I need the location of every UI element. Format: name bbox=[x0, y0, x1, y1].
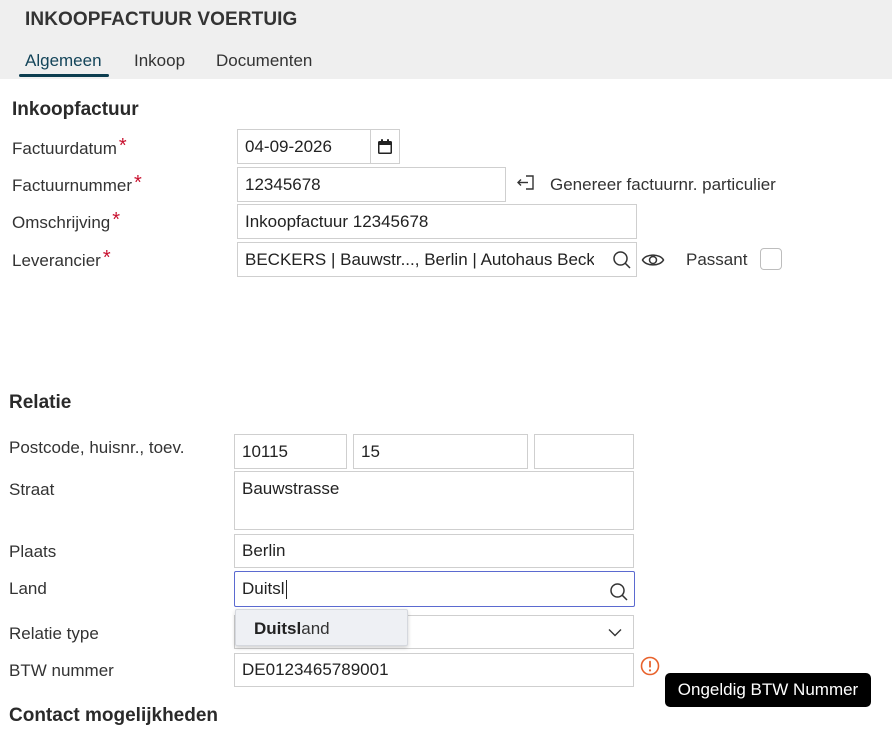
relation-type-label: Relatie type bbox=[9, 624, 99, 643]
view-supplier-eye-icon[interactable] bbox=[640, 248, 666, 272]
calendar-button[interactable] bbox=[370, 129, 400, 164]
required-marker: * bbox=[118, 135, 127, 157]
supplier-field[interactable]: BECKERS | Bauwstr..., Berlin | Autohaus … bbox=[237, 242, 637, 277]
relation-section-title: Relatie bbox=[9, 392, 72, 413]
supplier-search-icon[interactable] bbox=[610, 248, 634, 272]
invoice-number-label-text: Factuurnummer bbox=[12, 176, 132, 195]
country-value: Duitsl bbox=[242, 579, 285, 598]
vat-number-field[interactable]: DE0123465789001 bbox=[234, 653, 634, 687]
house-number-field[interactable]: 15 bbox=[353, 434, 528, 469]
page-title: INKOOPFACTUUR VOERTUIG bbox=[25, 9, 298, 30]
country-suggestion-item[interactable]: Duitsland bbox=[254, 619, 330, 638]
city-field[interactable]: Berlin bbox=[234, 534, 634, 568]
description-label-text: Omschrijving bbox=[12, 213, 111, 232]
invoice-number-label: Factuurnummer * bbox=[12, 172, 142, 197]
warning-icon[interactable] bbox=[639, 655, 660, 676]
passant-checkbox[interactable] bbox=[760, 248, 782, 270]
invoice-date-field[interactable]: 04-09-2026 bbox=[237, 129, 371, 164]
generate-icon[interactable] bbox=[515, 173, 537, 193]
suggestion-rest-text: and bbox=[301, 619, 330, 638]
city-label: Plaats bbox=[9, 542, 57, 561]
house-number-addition-field[interactable] bbox=[534, 434, 634, 469]
invoice-number-field[interactable]: 12345678 bbox=[237, 167, 506, 202]
suggestion-match-text: Duitsl bbox=[254, 619, 302, 638]
chevron-down-icon[interactable] bbox=[606, 624, 624, 640]
supplier-value: BECKERS | Bauwstr..., Berlin | Autohaus … bbox=[245, 249, 594, 269]
country-label: Land bbox=[9, 579, 47, 598]
supplier-label-text: Leverancier bbox=[12, 251, 101, 270]
calendar-icon bbox=[378, 139, 392, 154]
required-marker: * bbox=[102, 247, 111, 269]
invoice-date-label: Factuurdatum * bbox=[12, 135, 127, 160]
postcode-label: Postcode, huisnr., toev. bbox=[9, 438, 185, 457]
invoice-section-title: Inkoopfactuur bbox=[12, 99, 139, 120]
contact-section-title: Contact mogelijkheden bbox=[9, 705, 219, 726]
invoice-date-label-text: Factuurdatum bbox=[12, 139, 117, 158]
description-field[interactable]: Inkoopfactuur 12345678 bbox=[237, 204, 637, 239]
passant-label: Passant bbox=[686, 250, 748, 269]
street-label: Straat bbox=[9, 480, 55, 499]
supplier-label: Leverancier * bbox=[12, 247, 111, 272]
generate-invoice-number-link[interactable]: Genereer factuurnr. particulier bbox=[550, 175, 776, 195]
required-marker: * bbox=[112, 209, 121, 231]
street-field[interactable]: Bauwstrasse bbox=[234, 471, 634, 530]
country-search-icon[interactable] bbox=[608, 581, 630, 603]
required-marker: * bbox=[133, 172, 142, 194]
tab-inkoop[interactable]: Inkoop bbox=[134, 51, 185, 71]
tab-documenten[interactable]: Documenten bbox=[216, 51, 312, 71]
text-caret bbox=[285, 579, 287, 599]
postcode-field[interactable]: 10115 bbox=[234, 434, 347, 469]
vat-label: BTW nummer bbox=[9, 661, 114, 680]
active-tab-indicator bbox=[19, 74, 109, 77]
country-field[interactable]: Duitsl bbox=[234, 571, 635, 607]
vat-error-tooltip: Ongeldig BTW Nummer bbox=[665, 673, 871, 707]
tab-algemeen[interactable]: Algemeen bbox=[25, 51, 102, 71]
country-suggestion-dropdown[interactable]: Duitsland bbox=[235, 609, 408, 646]
header-bar: INKOOPFACTUUR VOERTUIG Algemeen Inkoop D… bbox=[0, 0, 892, 79]
description-label: Omschrijving * bbox=[12, 209, 121, 234]
